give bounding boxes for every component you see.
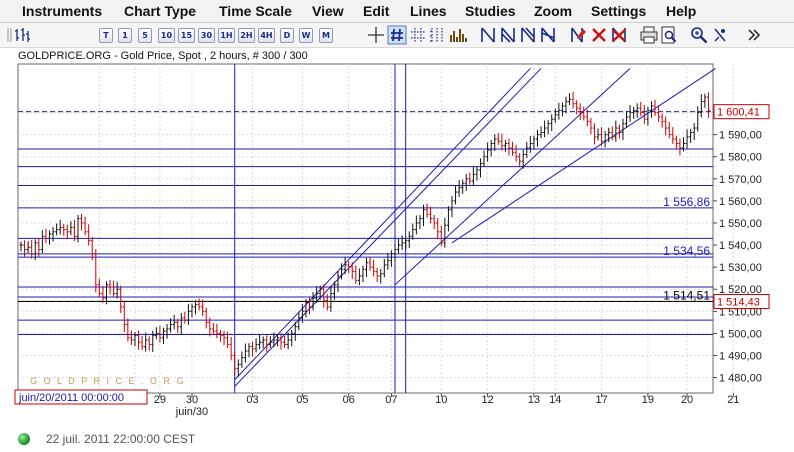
toolbar-grip-icon xyxy=(0,25,12,45)
price-tag-label: 1 600,41 xyxy=(717,107,760,119)
cursor-date-label: juin/20/2011 00:00:00 xyxy=(18,392,124,404)
x-tick-label: 10 xyxy=(435,394,447,406)
timeframe-4h-button[interactable]: 4H xyxy=(258,28,275,43)
x-tick-label: 20 xyxy=(681,394,693,406)
status-text: 22 juil. 2011 22:00:00 CEST xyxy=(46,432,196,446)
horizontal-line-label: 1 556,86 xyxy=(663,195,710,209)
y-axis: 1 480,001 490,001 500,001 510,001 520,00… xyxy=(713,108,762,385)
timeframe-day-button[interactable]: D xyxy=(280,28,294,43)
timeframe-month-button[interactable]: M xyxy=(319,28,333,43)
price-chart[interactable]: GOLDPRICE.ORG - Gold Price, Spot , 2 hou… xyxy=(0,47,794,428)
price-tag-label: 1 514,43 xyxy=(717,297,760,309)
trendline-pair-icon[interactable] xyxy=(498,25,518,45)
timeframe-30m-button[interactable]: 30 xyxy=(198,28,215,43)
grid-dots-icon[interactable] xyxy=(408,25,428,45)
chart-title: GOLDPRICE.ORG - Gold Price, Spot , 2 hou… xyxy=(18,50,308,62)
menu-chart-type[interactable]: Chart Type xyxy=(124,3,196,19)
menu-settings[interactable]: Settings xyxy=(591,3,646,19)
x-tick-label: 14 xyxy=(549,394,561,406)
x-tick-label: 06 xyxy=(343,394,355,406)
timeframe-2h-button[interactable]: 2H xyxy=(238,28,255,43)
scale-grid-icon[interactable] xyxy=(428,25,448,45)
timeframe-10m-button[interactable]: 10 xyxy=(158,28,175,43)
menu-zoom[interactable]: Zoom xyxy=(534,3,572,19)
delete-all-lines-icon[interactable] xyxy=(609,25,629,45)
x-tick-label: 05 xyxy=(296,394,308,406)
x-tick-label: juin/30 xyxy=(175,406,208,418)
menu-lines[interactable]: Lines xyxy=(410,3,447,19)
y-tick-label: 1 580,00 xyxy=(719,152,762,164)
menu-bar: Instruments Chart Type Time Scale View E… xyxy=(0,0,794,23)
timeframe-1h-button[interactable]: 1H xyxy=(218,28,235,43)
y-tick-label: 1 530,00 xyxy=(719,262,762,274)
watermark: G O L D P R I C E . O R G xyxy=(30,376,186,386)
zoom-reset-icon[interactable] xyxy=(710,25,730,45)
status-bar: 22 juil. 2011 22:00:00 CEST xyxy=(0,428,794,452)
delete-line-icon[interactable] xyxy=(589,25,609,45)
x-tick-label: 12 xyxy=(481,394,493,406)
x-tick-label: 29 xyxy=(154,394,166,406)
y-tick-label: 1 570,00 xyxy=(719,174,762,186)
x-tick-label: 07 xyxy=(385,394,397,406)
x-tick-label: 19 xyxy=(642,394,654,406)
menu-studies[interactable]: Studies xyxy=(465,3,516,19)
timeframe-5m-button[interactable]: 5 xyxy=(138,28,152,43)
volume-bars-icon[interactable] xyxy=(448,25,468,45)
menu-time-scale[interactable]: Time Scale xyxy=(219,3,292,19)
x-tick-label: 21 xyxy=(727,394,739,406)
y-tick-label: 1 490,00 xyxy=(719,350,762,362)
zoom-icon[interactable] xyxy=(689,25,709,45)
bar-chart-type-icon[interactable] xyxy=(12,25,32,45)
x-tick-label: 03 xyxy=(246,394,258,406)
more-tools-icon[interactable] xyxy=(744,25,764,45)
y-tick-label: 1 480,00 xyxy=(719,373,762,385)
channel-tool-icon[interactable] xyxy=(518,25,538,45)
timeframe-week-button[interactable]: W xyxy=(299,28,313,43)
plot-frame xyxy=(17,63,714,394)
timeframe-1m-button[interactable]: 1 xyxy=(118,28,132,43)
y-tick-label: 1 560,00 xyxy=(719,196,762,208)
grid-hash-icon[interactable] xyxy=(387,25,407,45)
connection-status-icon xyxy=(18,433,30,445)
fan-tool-icon[interactable] xyxy=(538,25,558,45)
timeframe-15m-button[interactable]: 15 xyxy=(178,28,195,43)
print-icon[interactable] xyxy=(639,25,659,45)
menu-help[interactable]: Help xyxy=(666,3,696,19)
x-axis: 26282930juin/30030506071012131417192021 xyxy=(93,393,739,418)
menu-instruments[interactable]: Instruments xyxy=(22,3,102,19)
horizontal-line-label: 1 514,51 xyxy=(663,288,710,302)
timeframe-tick-button[interactable]: T xyxy=(99,28,113,43)
menu-edit[interactable]: Edit xyxy=(363,3,389,19)
x-tick-label: 13 xyxy=(528,394,540,406)
x-tick-label: 30 xyxy=(186,394,198,406)
print-preview-icon[interactable] xyxy=(659,25,679,45)
menu-view[interactable]: View xyxy=(312,3,344,19)
edit-line-icon[interactable] xyxy=(568,25,588,45)
x-tick-label: 17 xyxy=(595,394,607,406)
toolbar: T 1 5 10 15 30 1H 2H 4H D W M xyxy=(0,23,794,48)
y-tick-label: 1 590,00 xyxy=(719,130,762,142)
y-tick-label: 1 550,00 xyxy=(719,218,762,230)
y-tick-label: 1 500,00 xyxy=(719,328,762,340)
horizontal-line-label: 1 534,56 xyxy=(663,244,710,258)
trendline-tool-icon[interactable] xyxy=(478,25,498,45)
crosshair-icon[interactable] xyxy=(366,25,386,45)
y-tick-label: 1 540,00 xyxy=(719,240,762,252)
